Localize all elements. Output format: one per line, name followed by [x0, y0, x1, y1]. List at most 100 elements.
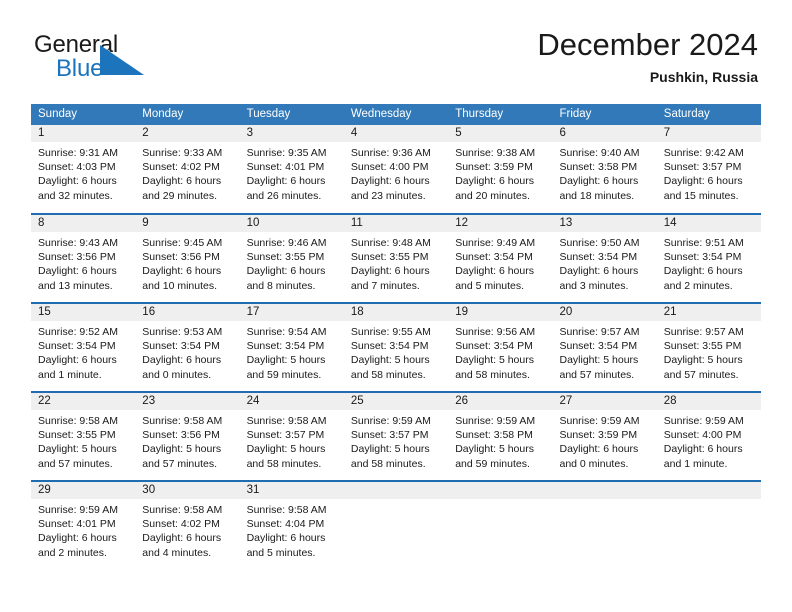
sunset-text: Sunset: 3:57 PM — [246, 429, 325, 442]
day-cell[interactable]: 3 Sunrise: 9:35 AM Sunset: 4:01 PM Dayli… — [239, 125, 344, 214]
day-cell[interactable]: 22 Sunrise: 9:58 AM Sunset: 3:55 PM Dayl… — [31, 391, 136, 481]
daylight-text-line1: Daylight: 6 hours — [663, 265, 743, 278]
day-number: 13 — [552, 215, 657, 232]
day-cell[interactable]: 24 Sunrise: 9:58 AM Sunset: 3:57 PM Dayl… — [239, 391, 344, 481]
daylight-text-line1: Daylight: 5 hours — [38, 443, 117, 456]
daylight-text-line1: Daylight: 6 hours — [142, 532, 222, 545]
sunset-text: Sunset: 3:54 PM — [455, 340, 533, 353]
daylight-text-line2: and 15 minutes. — [663, 189, 739, 202]
day-cell[interactable]: 2 Sunrise: 9:33 AM Sunset: 4:02 PM Dayli… — [135, 125, 240, 214]
day-details — [344, 499, 448, 503]
day-cell[interactable]: 5 Sunrise: 9:38 AM Sunset: 3:59 PM Dayli… — [448, 125, 553, 214]
daylight-text-line1: Daylight: 5 hours — [455, 354, 534, 367]
daylight-text-line2: and 8 minutes. — [246, 279, 316, 292]
day-number: 6 — [552, 125, 657, 142]
daylight-text-line1: Daylight: 5 hours — [350, 354, 430, 367]
sunset-text: Sunset: 3:55 PM — [246, 251, 325, 264]
daylight-text-line1: Daylight: 6 hours — [559, 175, 639, 188]
daylight-text-line2: and 57 minutes. — [559, 368, 635, 381]
daylight-text-line1: Daylight: 5 hours — [350, 443, 430, 456]
sunset-text: Sunset: 4:00 PM — [663, 429, 742, 442]
day-cell[interactable]: 26 Sunrise: 9:59 AM Sunset: 3:58 PM Dayl… — [448, 391, 553, 481]
day-number — [448, 482, 553, 499]
day-cell[interactable]: 14 Sunrise: 9:51 AM Sunset: 3:54 PM Dayl… — [656, 213, 762, 303]
day-details: Sunrise: 9:31 AM Sunset: 4:03 PM Dayligh… — [31, 142, 135, 203]
week-row: 29 Sunrise: 9:59 AM Sunset: 4:01 PM Dayl… — [31, 480, 762, 570]
daylight-text-line2: and 18 minutes. — [559, 189, 635, 202]
day-number: 29 — [31, 482, 136, 499]
day-cell[interactable]: 17 Sunrise: 9:54 AM Sunset: 3:54 PM Dayl… — [239, 302, 344, 392]
sunrise-text: Sunrise: 9:38 AM — [455, 147, 536, 159]
sunrise-text: Sunrise: 9:59 AM — [663, 415, 744, 427]
daylight-text-line2: and 59 minutes. — [455, 457, 530, 470]
day-cell[interactable]: 7 Sunrise: 9:42 AM Sunset: 3:57 PM Dayli… — [656, 125, 762, 214]
sunrise-text: Sunrise: 9:54 AM — [246, 326, 327, 338]
day-cell[interactable]: 8 Sunrise: 9:43 AM Sunset: 3:56 PM Dayli… — [31, 213, 136, 303]
daylight-text-line2: and 2 minutes. — [663, 279, 733, 292]
day-cell[interactable]: 4 Sunrise: 9:36 AM Sunset: 4:00 PM Dayli… — [343, 125, 449, 214]
sunset-text: Sunset: 3:54 PM — [350, 340, 429, 353]
sunrise-text: Sunrise: 9:58 AM — [142, 504, 223, 516]
daylight-text-line2: and 5 minutes. — [246, 546, 316, 559]
day-cell[interactable]: 25 Sunrise: 9:59 AM Sunset: 3:57 PM Dayl… — [343, 391, 449, 481]
daylight-text-line2: and 7 minutes. — [350, 279, 420, 292]
day-cell[interactable]: 12 Sunrise: 9:49 AM Sunset: 3:54 PM Dayl… — [448, 213, 553, 303]
day-number: 12 — [448, 215, 553, 232]
page-header: General Blue December 2024 Pushkin, Russ… — [0, 0, 792, 100]
day-cell[interactable]: 29 Sunrise: 9:59 AM Sunset: 4:01 PM Dayl… — [31, 480, 136, 570]
daylight-text-line1: Daylight: 6 hours — [455, 265, 534, 278]
day-details: Sunrise: 9:59 AM Sunset: 3:58 PM Dayligh… — [448, 410, 552, 471]
daylight-text-line1: Daylight: 6 hours — [142, 265, 222, 278]
day-cell[interactable]: 30 Sunrise: 9:58 AM Sunset: 4:02 PM Dayl… — [135, 480, 240, 570]
daylight-text-line1: Daylight: 6 hours — [663, 175, 743, 188]
day-cell[interactable]: 31 Sunrise: 9:58 AM Sunset: 4:04 PM Dayl… — [239, 480, 344, 570]
day-cell[interactable]: 9 Sunrise: 9:45 AM Sunset: 3:56 PM Dayli… — [135, 213, 240, 303]
daylight-text-line1: Daylight: 6 hours — [246, 532, 326, 545]
day-cell[interactable]: 11 Sunrise: 9:48 AM Sunset: 3:55 PM Dayl… — [343, 213, 449, 303]
daylight-text-line1: Daylight: 6 hours — [455, 175, 534, 188]
day-cell[interactable]: 19 Sunrise: 9:56 AM Sunset: 3:54 PM Dayl… — [448, 302, 553, 392]
day-cell-empty — [656, 480, 762, 570]
day-cell[interactable]: 18 Sunrise: 9:55 AM Sunset: 3:54 PM Dayl… — [343, 302, 449, 392]
daylight-text-line2: and 57 minutes. — [142, 457, 218, 470]
day-number: 25 — [343, 393, 449, 410]
daylight-text-line1: Daylight: 6 hours — [350, 265, 430, 278]
day-cell[interactable]: 6 Sunrise: 9:40 AM Sunset: 3:58 PM Dayli… — [552, 125, 657, 214]
day-details: Sunrise: 9:59 AM Sunset: 3:59 PM Dayligh… — [552, 410, 656, 471]
day-cell[interactable]: 27 Sunrise: 9:59 AM Sunset: 3:59 PM Dayl… — [552, 391, 657, 481]
day-details: Sunrise: 9:51 AM Sunset: 3:54 PM Dayligh… — [657, 232, 761, 293]
sunrise-text: Sunrise: 9:50 AM — [559, 237, 640, 249]
day-details: Sunrise: 9:43 AM Sunset: 3:56 PM Dayligh… — [31, 232, 135, 293]
daylight-text-line2: and 57 minutes. — [38, 457, 113, 470]
daylight-text-line1: Daylight: 5 hours — [455, 443, 534, 456]
daylight-text-line2: and 20 minutes. — [455, 189, 530, 202]
sunrise-text: Sunrise: 9:42 AM — [663, 147, 744, 159]
day-cell[interactable]: 23 Sunrise: 9:58 AM Sunset: 3:56 PM Dayl… — [135, 391, 240, 481]
sunset-text: Sunset: 3:56 PM — [142, 251, 220, 264]
daylight-text-line2: and 58 minutes. — [455, 368, 530, 381]
day-cell[interactable]: 15 Sunrise: 9:52 AM Sunset: 3:54 PM Dayl… — [31, 302, 136, 392]
week-row: 8 Sunrise: 9:43 AM Sunset: 3:56 PM Dayli… — [31, 213, 762, 303]
day-number — [343, 482, 449, 499]
day-cell[interactable]: 21 Sunrise: 9:57 AM Sunset: 3:55 PM Dayl… — [656, 302, 762, 392]
day-number: 21 — [656, 304, 762, 321]
sunset-text: Sunset: 3:55 PM — [38, 429, 116, 442]
day-number: 28 — [656, 393, 762, 410]
sunset-text: Sunset: 3:59 PM — [455, 161, 533, 174]
day-details: Sunrise: 9:57 AM Sunset: 3:55 PM Dayligh… — [657, 321, 761, 382]
day-cell[interactable]: 1 Sunrise: 9:31 AM Sunset: 4:03 PM Dayli… — [31, 125, 136, 214]
sunrise-text: Sunrise: 9:45 AM — [142, 237, 223, 249]
day-cell[interactable]: 16 Sunrise: 9:53 AM Sunset: 3:54 PM Dayl… — [135, 302, 240, 392]
sunrise-text: Sunrise: 9:59 AM — [455, 415, 536, 427]
day-cell[interactable]: 28 Sunrise: 9:59 AM Sunset: 4:00 PM Dayl… — [656, 391, 762, 481]
sunset-text: Sunset: 3:57 PM — [350, 429, 429, 442]
day-cell[interactable]: 20 Sunrise: 9:57 AM Sunset: 3:54 PM Dayl… — [552, 302, 657, 392]
day-number: 10 — [239, 215, 344, 232]
day-number: 23 — [135, 393, 240, 410]
sunrise-text: Sunrise: 9:43 AM — [38, 237, 118, 249]
brand-logo[interactable]: General Blue — [34, 32, 244, 88]
day-cell[interactable]: 10 Sunrise: 9:46 AM Sunset: 3:55 PM Dayl… — [239, 213, 344, 303]
sunrise-text: Sunrise: 9:59 AM — [559, 415, 640, 427]
day-cell[interactable]: 13 Sunrise: 9:50 AM Sunset: 3:54 PM Dayl… — [552, 213, 657, 303]
day-details: Sunrise: 9:50 AM Sunset: 3:54 PM Dayligh… — [552, 232, 656, 293]
